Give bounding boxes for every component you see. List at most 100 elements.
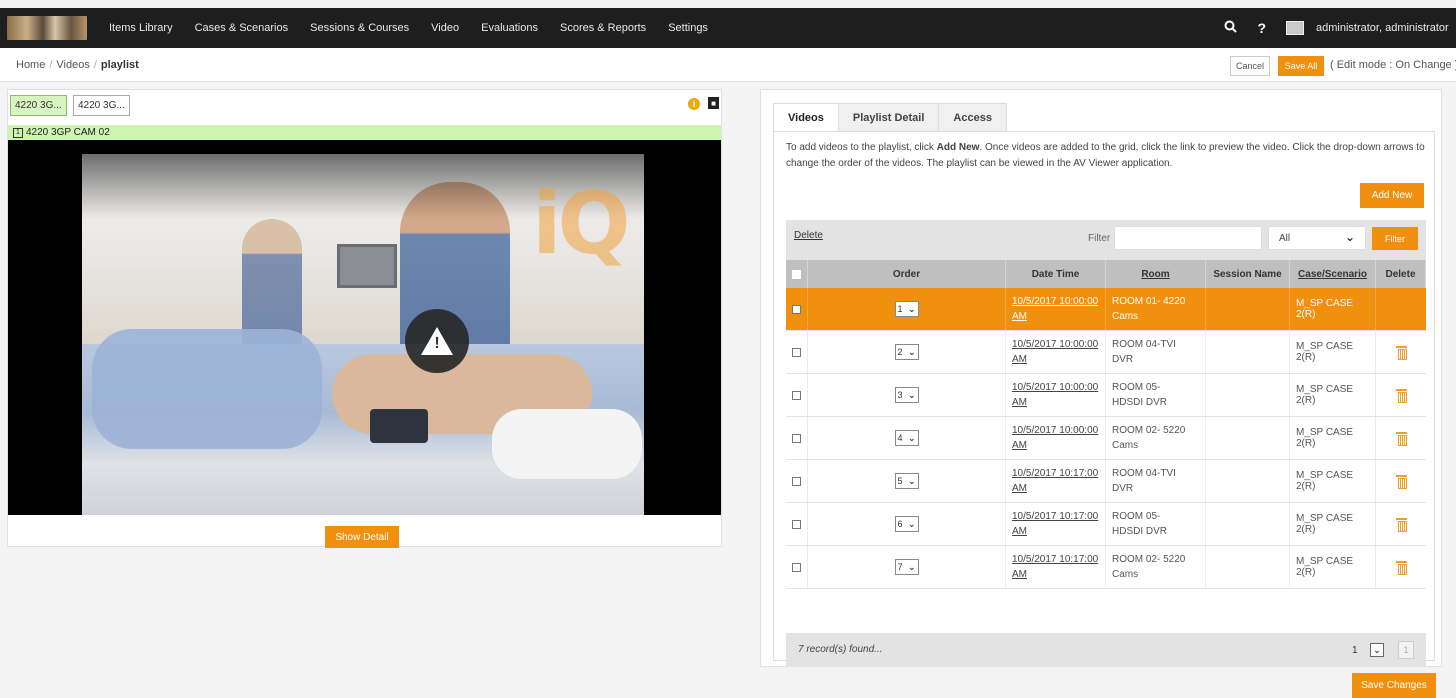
order-select[interactable]: 4 ⌄ bbox=[894, 430, 919, 446]
instructions-text: To add videos to the playlist, click Add… bbox=[786, 142, 1425, 169]
info-icon[interactable]: i bbox=[688, 98, 700, 110]
chevron-down-icon: ⌄ bbox=[907, 303, 916, 314]
grid-footer: 7 record(s) found... 1 ⌄ 1 bbox=[786, 633, 1426, 667]
trash-icon[interactable] bbox=[1395, 561, 1407, 575]
row-checkbox[interactable] bbox=[792, 433, 801, 443]
cancel-button[interactable]: Cancel bbox=[1230, 56, 1270, 76]
nav-sessions-courses[interactable]: Sessions & Courses bbox=[310, 22, 409, 34]
tab-videos[interactable]: Videos bbox=[773, 103, 839, 131]
datetime-link[interactable]: 10/5/2017 10:17:00 AM bbox=[1012, 552, 1098, 582]
session-name bbox=[1206, 460, 1290, 502]
table-row[interactable]: 5 ⌄ 10/5/2017 10:17:00 AM ROOM 04-TVI DVR M… bbox=[786, 460, 1426, 503]
page-size-select[interactable]: 1 ⌄ bbox=[1346, 641, 1390, 659]
filter-select[interactable]: All ⌄ bbox=[1268, 226, 1366, 250]
nav-scores-reports[interactable]: Scores & Reports bbox=[560, 22, 646, 34]
grid-header: Order Date Time Room Session Name Case/S… bbox=[786, 260, 1426, 288]
tab-playlist-detail[interactable]: Playlist Detail bbox=[837, 103, 940, 131]
order-select[interactable]: 2 ⌄ bbox=[894, 344, 919, 360]
warning-mark: ! bbox=[434, 335, 440, 352]
case-name: M_SP CASE 2(R) bbox=[1296, 341, 1354, 363]
playlist-tabs: Videos Playlist Detail Access bbox=[773, 103, 1007, 131]
col-datetime: Date Time bbox=[1006, 260, 1106, 288]
warning-icon[interactable]: ! bbox=[405, 309, 469, 373]
chevron-down-icon: ⌄ bbox=[907, 518, 916, 529]
trash-icon[interactable] bbox=[1395, 518, 1407, 532]
breadcrumb-home[interactable]: Home bbox=[16, 59, 45, 71]
order-select[interactable]: 5 ⌄ bbox=[894, 473, 919, 489]
user-name[interactable]: administrator, administrator bbox=[1316, 22, 1456, 34]
row-checkbox[interactable] bbox=[792, 519, 801, 529]
camera-tab-2[interactable]: 4220 3G... bbox=[73, 95, 130, 116]
nav-video[interactable]: Video bbox=[431, 22, 459, 34]
help-icon[interactable]: ? bbox=[1257, 20, 1266, 36]
nav-items-library[interactable]: Items Library bbox=[109, 22, 173, 34]
delete-selected-link[interactable]: Delete bbox=[794, 230, 823, 241]
main-menu: Items Library Cases & Scenarios Sessions… bbox=[109, 22, 730, 34]
room-name: ROOM 02- 5220 Cams bbox=[1112, 554, 1186, 580]
table-row[interactable]: 6 ⌄ 10/5/2017 10:17:00 AM ROOM 05- HDSDI DV… bbox=[786, 503, 1426, 546]
nav-settings[interactable]: Settings bbox=[668, 22, 708, 34]
case-name: M_SP CASE 2(R) bbox=[1296, 556, 1354, 578]
table-row[interactable]: 1 ⌄ 10/5/2017 10:00:00 AM ROOM 01- 4220 Cam… bbox=[786, 288, 1426, 331]
room-name: ROOM 02- 5220 Cams bbox=[1112, 425, 1186, 451]
session-name bbox=[1206, 546, 1290, 588]
save-all-button[interactable]: Save All bbox=[1278, 56, 1324, 76]
search-icon[interactable] bbox=[1224, 20, 1238, 36]
select-all-checkbox[interactable] bbox=[792, 269, 801, 279]
breadcrumb-bar: Home / Videos / playlist Cancel Save All ( E… bbox=[0, 48, 1456, 82]
nav-cases-scenarios[interactable]: Cases & Scenarios bbox=[195, 22, 289, 34]
nav-evaluations[interactable]: Evaluations bbox=[481, 22, 538, 34]
camera-title: 4220 3GP CAM 02 bbox=[26, 127, 110, 138]
case-name: M_SP CASE 2(R) bbox=[1296, 427, 1354, 449]
trash-icon[interactable] bbox=[1395, 389, 1407, 403]
row-checkbox[interactable] bbox=[792, 347, 801, 357]
table-row[interactable]: 3 ⌄ 10/5/2017 10:00:00 AM ROOM 05- HDSDI DV… bbox=[786, 374, 1426, 417]
breadcrumb-videos[interactable]: Videos bbox=[56, 59, 89, 71]
playlist-panel: Videos Playlist Detail Access To add vid… bbox=[760, 89, 1442, 698]
datetime-link[interactable]: 10/5/2017 10:00:00 AM bbox=[1012, 337, 1098, 367]
case-name: M_SP CASE 2(R) bbox=[1296, 298, 1354, 320]
table-row[interactable]: 2 ⌄ 10/5/2017 10:00:00 AM ROOM 04-TVI DVR M… bbox=[786, 331, 1426, 374]
row-checkbox[interactable] bbox=[792, 304, 801, 314]
row-checkbox[interactable] bbox=[792, 476, 801, 486]
col-room[interactable]: Room bbox=[1106, 260, 1206, 288]
row-checkbox[interactable] bbox=[792, 562, 801, 572]
filter-button[interactable]: Filter bbox=[1372, 227, 1418, 250]
show-detail-button[interactable]: Show Detail bbox=[325, 526, 399, 548]
table-row[interactable]: 4 ⌄ 10/5/2017 10:00:00 AM ROOM 02- 5220 Cam… bbox=[786, 417, 1426, 460]
col-case[interactable]: Case/Scenario bbox=[1290, 260, 1376, 288]
datetime-link[interactable]: 10/5/2017 10:17:00 AM bbox=[1012, 466, 1098, 496]
chevron-down-icon: ⌄ bbox=[907, 346, 916, 357]
breadcrumb-current: playlist bbox=[100, 59, 139, 71]
table-row[interactable]: 7 ⌄ 10/5/2017 10:17:00 AM ROOM 02- 5220 Cam… bbox=[786, 546, 1426, 589]
video-frame[interactable]: iQ ! bbox=[8, 140, 721, 515]
page-number[interactable]: 1 bbox=[1398, 641, 1414, 659]
trash-icon[interactable] bbox=[1395, 432, 1407, 446]
order-select[interactable]: 6 ⌄ bbox=[894, 516, 919, 532]
order-select[interactable]: 3 ⌄ bbox=[894, 387, 919, 403]
col-delete: Delete bbox=[1376, 260, 1426, 288]
datetime-link[interactable]: 10/5/2017 10:17:00 AM bbox=[1012, 509, 1098, 539]
datetime-link[interactable]: 10/5/2017 10:00:00 AM bbox=[1012, 380, 1098, 410]
watermark-logo: iQ bbox=[532, 174, 631, 274]
order-select[interactable]: 7 ⌄ bbox=[894, 559, 919, 575]
pin-icon[interactable]: ■ bbox=[708, 97, 719, 109]
datetime-link[interactable]: 10/5/2017 10:00:00 AM bbox=[1012, 423, 1098, 453]
filter-label: Filter bbox=[1088, 233, 1111, 244]
trash-icon[interactable] bbox=[1395, 346, 1407, 360]
breadcrumb: Home / Videos / playlist bbox=[16, 59, 139, 71]
tab-access[interactable]: Access bbox=[938, 103, 1007, 131]
trash-icon[interactable] bbox=[1395, 475, 1407, 489]
top-navigation: Items Library Cases & Scenarios Sessions… bbox=[0, 8, 1456, 48]
avatar[interactable] bbox=[1286, 21, 1304, 35]
video-thumbnail: iQ ! bbox=[82, 154, 644, 515]
app-logo[interactable] bbox=[7, 16, 87, 40]
camera-tab-1[interactable]: 4220 3G... bbox=[10, 95, 67, 116]
datetime-link[interactable]: 10/5/2017 10:00:00 AM bbox=[1012, 294, 1098, 324]
save-changes-button[interactable]: Save Changes bbox=[1352, 673, 1436, 698]
filter-input[interactable] bbox=[1114, 226, 1262, 250]
row-checkbox[interactable] bbox=[792, 390, 801, 400]
col-session: Session Name bbox=[1206, 260, 1290, 288]
order-select[interactable]: 1 ⌄ bbox=[894, 301, 919, 317]
add-new-button[interactable]: Add New bbox=[1360, 183, 1424, 208]
